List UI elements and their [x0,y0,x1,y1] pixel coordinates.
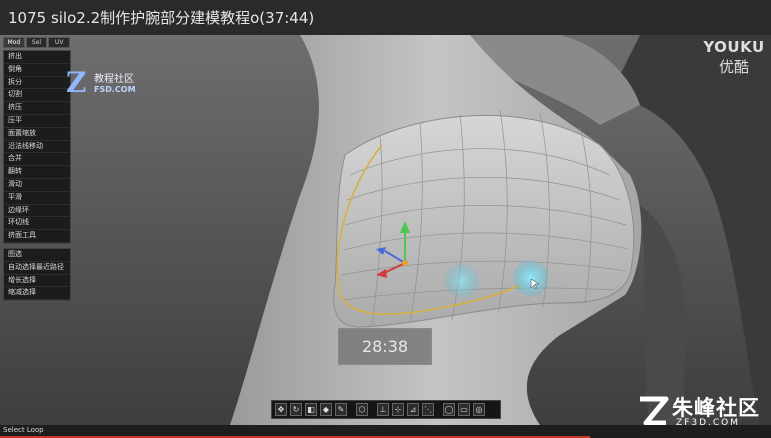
window-title: 1075 silo2.2制作护腕部分建模教程o(37:44) [8,9,315,27]
menu-item[interactable]: 增长选择 [4,275,70,288]
view-a-icon[interactable]: ◯ [443,403,455,416]
face-mode-icon[interactable]: ⊿ [407,403,419,416]
youku-chinese: 优酷 [718,58,749,76]
cursor-highlight [513,260,549,296]
menu-item[interactable]: 倒角 [4,64,70,77]
logo-domain: FSD.COM [94,85,136,94]
menu-item[interactable]: 缩减选择 [4,287,70,301]
logo-text: 教程社区 [94,74,134,85]
logo-z-glyph: Z [66,66,87,99]
tab-uv[interactable]: UV [48,37,71,48]
menu-item[interactable]: 面置缩放 [4,128,70,141]
move-tool-icon[interactable]: ✥ [275,403,287,416]
menu-item[interactable]: 挤压 [4,102,70,115]
menu-item[interactable]: 边缘环 [4,205,70,218]
edge-mode-icon[interactable]: ⊹ [392,403,404,416]
vertex-mode-icon[interactable]: ⊥ [377,403,389,416]
status-text: Select Loop [3,426,44,434]
modify-tools-group: 挤出 倒角 拆分 切割 挤压 压平 面置缩放 沿法线移动 合并 翻转 滑动 平滑… [3,50,71,244]
panel-tabs: Mod Sel UV [3,37,71,48]
menu-item[interactable]: 翻转 [4,166,70,179]
select-tool-icon[interactable]: ◆ [320,403,332,416]
object-mode-icon[interactable]: ⬡ [356,403,368,416]
time-overlay: 28:38 [338,328,432,365]
vertex-select-icon[interactable]: ⋱ [422,403,434,416]
menu-item[interactable]: 沿法线移动 [4,141,70,154]
rotate-tool-icon[interactable]: ↻ [290,403,302,416]
tutorial-logo: Z 教程社区 FSD.COM [66,68,156,102]
selection-tools-group: 图选 自动选择最近路径 增长选择 缩减选择 [3,247,71,302]
bottom-toolbar: ✥ ↻ ◧ ◆ ✎ ⬡ ⊥ ⊹ ⊿ ⋱ ◯ ▭ ◎ [271,400,501,419]
menu-item[interactable]: 自动选择最近路径 [4,262,70,275]
tool-panel: Mod Sel UV 挤出 倒角 拆分 切割 挤压 压平 面置缩放 沿法线移动 … [3,37,71,305]
menu-item[interactable]: 平滑 [4,192,70,205]
view-c-icon[interactable]: ◎ [473,403,485,416]
title-bar: 1075 silo2.2制作护腕部分建模教程o(37:44) [0,0,771,35]
video-frame: 1075 silo2.2制作护腕部分建模教程o(37:44) Mod Sel U… [0,0,771,438]
menu-item[interactable]: 环切线 [4,217,70,231]
menu-item[interactable]: 挤出 [4,51,70,64]
menu-item[interactable]: 挤面工具 [4,230,70,243]
menu-item[interactable]: 合并 [4,153,70,167]
scale-tool-icon[interactable]: ◧ [305,403,317,416]
tab-mod[interactable]: Mod [3,37,25,48]
brush-tool-icon[interactable]: ✎ [335,403,347,416]
view-b-icon[interactable]: ▭ [458,403,470,416]
click-highlight [445,264,479,298]
menu-item[interactable]: 切割 [4,89,70,103]
menu-item[interactable]: 滑动 [4,179,70,192]
menu-item[interactable]: 图选 [4,249,70,262]
menu-item[interactable]: 拆分 [4,77,70,90]
wrist-guard-mesh[interactable] [333,114,635,328]
tab-sel[interactable]: Sel [25,37,48,48]
youku-watermark: YOUKU 优酷 [700,38,768,77]
menu-item[interactable]: 压平 [4,115,70,128]
youku-latin: YOUKU [703,38,765,56]
